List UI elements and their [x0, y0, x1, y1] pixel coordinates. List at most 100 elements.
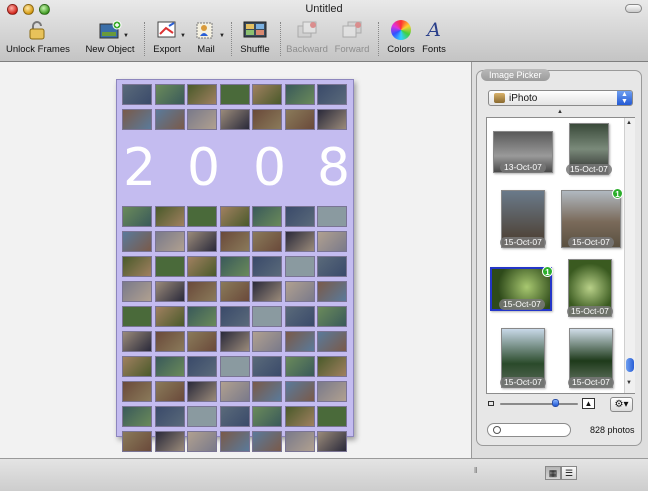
collage-photo[interactable]	[122, 109, 152, 130]
collage-photo[interactable]	[284, 431, 315, 452]
mail-button[interactable]: ▼ Mail	[192, 20, 225, 58]
slider-knob[interactable]	[552, 399, 559, 407]
collage-photo[interactable]	[154, 109, 185, 130]
collage-photo[interactable]	[252, 356, 282, 377]
collage-photo[interactable]	[154, 256, 185, 277]
collage-photo[interactable]	[317, 84, 347, 105]
list-view-button[interactable]: ☰	[561, 466, 577, 480]
scroll-up-icon[interactable]: ▲	[626, 120, 632, 126]
collage-photo[interactable]	[219, 281, 250, 302]
collage-photo[interactable]	[154, 306, 185, 327]
shuffle-button[interactable]: Shuffle	[238, 20, 272, 58]
collage-photo[interactable]	[187, 431, 217, 452]
collage-photo[interactable]	[154, 84, 185, 105]
collage-photo[interactable]	[122, 281, 152, 302]
collage-photo[interactable]	[317, 306, 347, 327]
collage-photo[interactable]	[252, 84, 282, 105]
large-thumbnails-icon[interactable]: ▲	[582, 398, 595, 409]
collage-photo[interactable]	[122, 84, 152, 105]
collage-photo[interactable]	[284, 306, 315, 327]
image-picker-tab[interactable]: Image Picker	[481, 69, 550, 81]
collage-photo[interactable]	[219, 356, 250, 377]
image-source-select[interactable]: iPhoto ▲ ▼	[488, 90, 633, 106]
collage-photo[interactable]	[187, 206, 217, 227]
collage-photo[interactable]	[252, 231, 282, 252]
collage-photo[interactable]	[187, 331, 217, 352]
small-thumbnails-icon[interactable]	[488, 401, 494, 406]
collage-photo[interactable]	[317, 109, 347, 130]
collage-photo[interactable]	[252, 109, 282, 130]
collage-photo[interactable]	[317, 431, 347, 452]
collage-photo[interactable]	[219, 206, 250, 227]
collage-photo[interactable]	[187, 406, 217, 427]
collage-photo[interactable]	[284, 381, 315, 402]
collage-photo[interactable]	[252, 431, 282, 452]
collage-photo[interactable]	[252, 256, 282, 277]
collage-photo[interactable]	[187, 306, 217, 327]
colors-button[interactable]: Colors	[386, 20, 416, 58]
gear-menu-button[interactable]: ⚙▾	[610, 397, 633, 412]
collage-photo[interactable]	[122, 256, 152, 277]
collage-photo[interactable]	[284, 109, 315, 130]
thumbnail-scrollbar[interactable]: ▲ ▼	[624, 118, 635, 393]
collage-photo[interactable]	[284, 331, 315, 352]
collage-photo[interactable]	[219, 331, 250, 352]
collage-photo[interactable]	[187, 109, 217, 130]
collage-photo[interactable]	[317, 406, 347, 427]
collage-photo[interactable]	[122, 331, 152, 352]
collage-photo[interactable]	[122, 231, 152, 252]
picker-thumbnail[interactable]: 13-Oct-07	[493, 131, 553, 173]
splitter-grip-icon[interactable]: ‖	[474, 466, 477, 475]
collage-photo[interactable]	[122, 206, 152, 227]
collage-photo[interactable]	[154, 381, 185, 402]
image-thumbnail-grid[interactable]: 13-Oct-07 15-Oct-07 15-Oct-07 15-Oct-07 1 15-…	[486, 117, 635, 394]
collage-photo[interactable]	[284, 281, 315, 302]
collage-photo[interactable]	[252, 281, 282, 302]
collage-photo[interactable]	[154, 406, 185, 427]
collage-photo[interactable]	[219, 381, 250, 402]
new-object-button[interactable]: ▼ New Object	[84, 20, 136, 58]
collage-photo[interactable]	[122, 431, 152, 452]
collage-photo[interactable]	[252, 381, 282, 402]
scroll-down-icon[interactable]: ▼	[626, 380, 632, 386]
thumbnail-size-slider[interactable]	[500, 403, 578, 405]
collage-photo[interactable]	[219, 256, 250, 277]
collage-photo[interactable]	[122, 406, 152, 427]
scrollbar-thumb[interactable]	[626, 358, 634, 372]
collage-photo[interactable]	[187, 281, 217, 302]
picker-thumbnail[interactable]: 15-Oct-07 1	[490, 266, 553, 311]
collage-page[interactable]: 2 0 0 8	[116, 79, 354, 452]
collage-photo[interactable]	[122, 356, 152, 377]
collage-photo[interactable]	[317, 231, 347, 252]
collage-photo[interactable]	[284, 406, 315, 427]
collage-photo[interactable]	[187, 84, 217, 105]
collage-photo[interactable]	[154, 206, 185, 227]
collage-photo[interactable]	[252, 331, 282, 352]
collage-photo[interactable]	[154, 231, 185, 252]
collage-photo[interactable]	[154, 331, 185, 352]
collage-photo[interactable]	[154, 431, 185, 452]
collage-photo[interactable]	[219, 431, 250, 452]
collage-photo[interactable]	[284, 84, 315, 105]
collage-photo[interactable]	[187, 381, 217, 402]
collage-photo[interactable]	[154, 281, 185, 302]
collage-photo[interactable]	[252, 306, 282, 327]
collage-photo[interactable]	[317, 281, 347, 302]
collage-photo[interactable]	[317, 356, 347, 377]
sort-arrow-icon[interactable]: ▲	[557, 109, 563, 115]
collage-photo[interactable]	[187, 256, 217, 277]
picker-thumbnail[interactable]: 15-Oct-07	[500, 328, 546, 388]
picker-thumbnail[interactable]: 15-Oct-07 1	[561, 188, 623, 248]
grid-view-button[interactable]: ▦	[545, 466, 561, 480]
photo-search-field[interactable]	[487, 423, 571, 437]
collage-photo[interactable]	[317, 256, 347, 277]
fonts-button[interactable]: A Fonts	[420, 20, 448, 58]
collage-photo[interactable]	[219, 109, 250, 130]
collage-photo[interactable]	[122, 381, 152, 402]
collage-photo[interactable]	[219, 84, 250, 105]
picker-thumbnail[interactable]: 15-Oct-07	[567, 259, 613, 317]
collage-photo[interactable]	[284, 231, 315, 252]
collage-photo[interactable]	[187, 356, 217, 377]
collage-photo[interactable]	[122, 306, 152, 327]
toolbar-toggle-button[interactable]	[625, 4, 642, 13]
